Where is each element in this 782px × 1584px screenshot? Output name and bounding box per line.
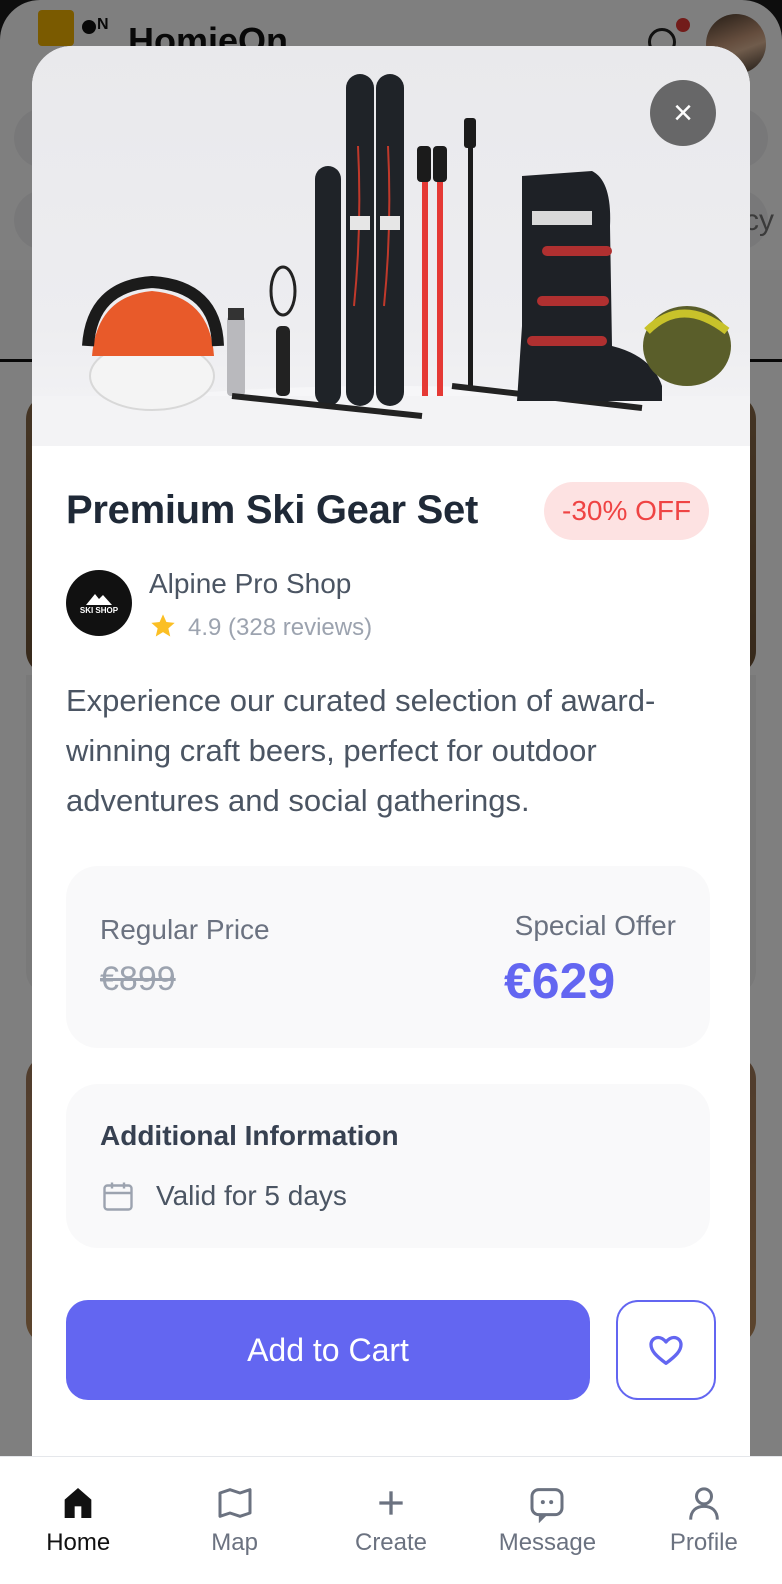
profile-icon (688, 1487, 719, 1520)
discount-badge: -30% OFF (544, 482, 710, 540)
nav-home[interactable]: Home (0, 1457, 156, 1584)
nav-message[interactable]: Message (469, 1457, 625, 1584)
price-card: Regular Price €899 Special Offer €629 (66, 866, 710, 1048)
nav-map[interactable]: Map (156, 1457, 312, 1584)
bottom-navigation: Home Map Create Message Profile (0, 1456, 782, 1584)
star-icon (151, 614, 175, 637)
shop-logo-text: SKI SHOP (79, 606, 119, 615)
nav-create[interactable]: Create (313, 1457, 469, 1584)
product-title: Premium Ski Gear Set (66, 488, 478, 532)
mountain-icon (86, 594, 112, 605)
ski-gear-illustration (32, 74, 750, 446)
special-price: €629 (504, 953, 616, 1009)
special-offer-label: Special Offer (514, 910, 676, 941)
nav-label-message: Message (498, 1529, 597, 1556)
product-description: Experience our curated selection of awar… (66, 683, 656, 818)
message-icon (530, 1488, 564, 1523)
home-icon (64, 1488, 92, 1518)
product-modal: × Premium Ski Gear Set -30% OFF SKI SHOP… (32, 46, 750, 1460)
regular-price: €899 (100, 960, 176, 998)
close-icon: × (673, 94, 693, 132)
close-button[interactable]: × (650, 80, 716, 146)
shop-logo[interactable]: SKI SHOP (66, 570, 132, 636)
additional-info-title: Additional Information (100, 1120, 399, 1151)
nav-label-create: Create (354, 1529, 428, 1556)
heart-icon (649, 1335, 683, 1365)
product-hero-image (32, 46, 750, 446)
nav-label-map: Map (211, 1529, 258, 1556)
calendar-icon (103, 1182, 133, 1211)
favorite-button[interactable] (616, 1300, 716, 1400)
nav-label-home: Home (46, 1529, 111, 1556)
regular-price-label: Regular Price (100, 914, 270, 945)
map-icon (218, 1488, 252, 1518)
add-to-cart-button[interactable]: Add to Cart (66, 1300, 590, 1400)
additional-info-card: Additional Information Valid for 5 days (66, 1084, 710, 1248)
nav-label-profile: Profile (669, 1529, 738, 1556)
shop-rating: 4.9 (328 reviews) (188, 614, 373, 641)
shop-name[interactable]: Alpine Pro Shop (149, 568, 351, 600)
nav-profile[interactable]: Profile (626, 1457, 782, 1584)
plus-icon (379, 1491, 403, 1515)
validity-text: Valid for 5 days (156, 1180, 347, 1211)
